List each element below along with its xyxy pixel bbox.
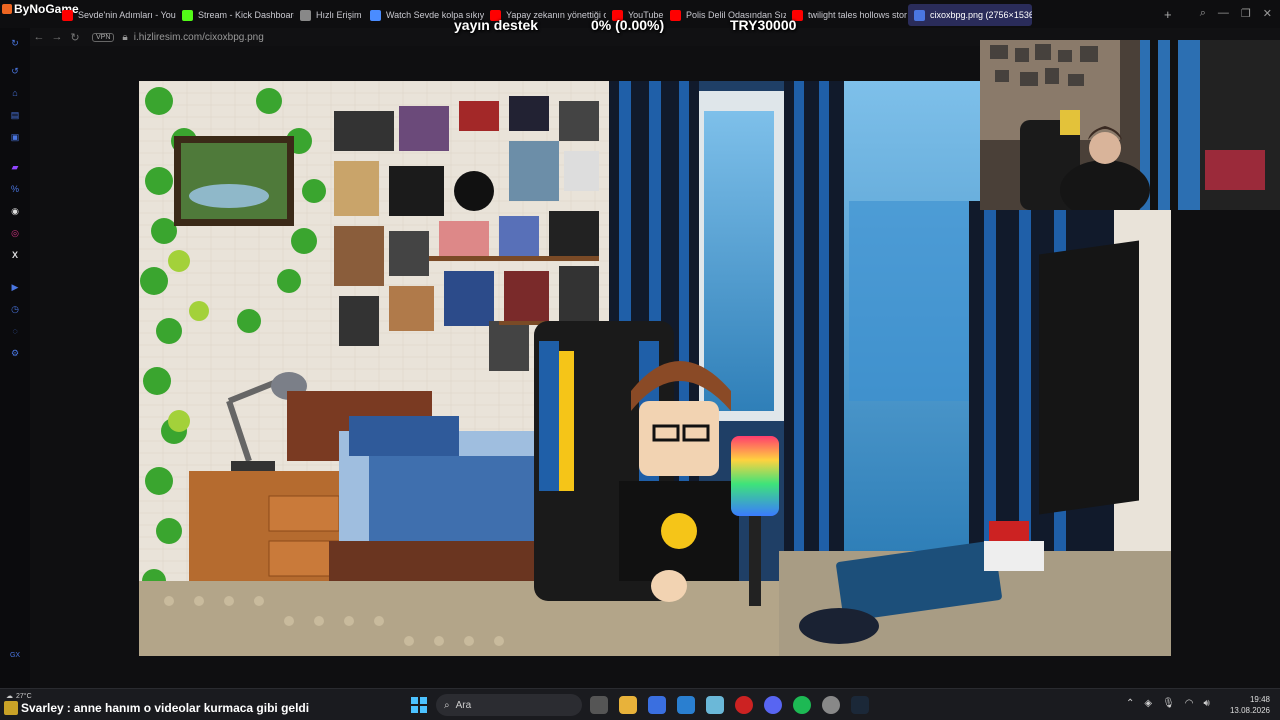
tab-strip: Sevde'nin Adımları - YouT Stream - Kick D… [56, 4, 1032, 26]
file-explorer-icon[interactable] [619, 696, 637, 714]
chat-overlay: Svarley : anne hanım o videolar kurmaca … [4, 701, 309, 715]
browser-tab[interactable]: cixoxbpg.png (2756×1536) [908, 4, 1032, 26]
vpn-badge[interactable]: VPN [92, 32, 115, 42]
obs-icon[interactable] [822, 696, 840, 714]
taskbar-search[interactable]: ⌕ Ara [436, 694, 582, 716]
reload-icon[interactable]: ↻ [8, 36, 22, 50]
opera-gx-icon[interactable] [735, 696, 753, 714]
tab-label: twilight tales hollows stor [808, 10, 908, 20]
x-icon[interactable]: X [8, 248, 22, 262]
percent-icon[interactable]: % [8, 182, 22, 196]
discord-icon[interactable] [764, 696, 782, 714]
clock-icon[interactable]: ◷ [8, 302, 22, 316]
windows-taskbar: ☁ 27°C Svarley : anne hanım o videolar k… [0, 688, 1280, 720]
twitch-icon[interactable]: ▰ [8, 160, 22, 174]
app-icon[interactable] [648, 696, 666, 714]
bynogame-logo-mark [2, 4, 12, 14]
desktop: ByNoGame Sevde'nin Adımları - YouT Stream… [0, 0, 1280, 720]
taskbar-apps [590, 696, 869, 714]
search-icon: ⌕ [444, 699, 450, 711]
taskbar-search-placeholder: Ara [455, 699, 472, 711]
photos-icon[interactable] [706, 696, 724, 714]
play-icon[interactable]: ▶ [8, 280, 22, 294]
tab-favicon-icon [370, 9, 381, 21]
windows-start-button[interactable] [411, 697, 427, 713]
wifi-icon[interactable]: ◠ [1185, 698, 1194, 709]
close-button[interactable]: ✕ [1263, 7, 1272, 20]
lock-icon[interactable]: 🔒︎ [122, 32, 127, 43]
chat-separator: : [66, 701, 71, 715]
browser-tab[interactable]: Stream - Kick Dashboard [176, 4, 294, 26]
tab-favicon-icon [670, 9, 681, 21]
tray-app-icon[interactable]: ◈ [1144, 698, 1152, 709]
microphone-icon[interactable]: 🎙︎ [1162, 698, 1175, 709]
chart-icon[interactable]: ▤ [8, 108, 22, 122]
tab-favicon-icon [62, 9, 73, 21]
taskbar-clock[interactable]: 19:48 13.08.2026 [1230, 694, 1270, 716]
webcam-feed [980, 40, 1280, 210]
tray-expand-icon[interactable]: ⌃ [1126, 698, 1134, 709]
window-controls: ⌕ — ❐ ✕ [1200, 7, 1272, 20]
browser-sidebar: ↻ ↺ ⌂ ▤ ▣ ▰ % ◉ ◎ X ▶ ◷ ◌ ⚙ GX [0, 28, 30, 688]
tab-label: cixoxbpg.png (2756×1536) [930, 10, 1032, 20]
tab-favicon-icon [914, 9, 925, 21]
tab-label: Sevde'nin Adımları - YouT [78, 10, 176, 20]
history-icon[interactable]: ↺ [8, 64, 22, 78]
tab-favicon-icon [300, 9, 311, 21]
tab-label: Hızlı Erişim [316, 10, 362, 20]
steam-icon[interactable] [851, 696, 869, 714]
chat-message: anne hanım o videolar kurmaca gibi geldi [73, 701, 310, 715]
settings-icon[interactable]: ⚙ [8, 346, 22, 360]
tab-label: Stream - Kick Dashboard [198, 10, 294, 20]
tab-favicon-icon [182, 9, 193, 21]
spotify-icon[interactable] [793, 696, 811, 714]
clock-date: 13.08.2026 [1229, 706, 1270, 715]
cube-icon[interactable]: ▣ [8, 130, 22, 144]
chat-icon[interactable]: ◌ [8, 324, 22, 338]
outlook-icon[interactable] [677, 696, 695, 714]
chat-avatar [4, 701, 18, 715]
minimize-button[interactable]: — [1218, 7, 1229, 20]
browser-tab[interactable]: Sevde'nin Adımları - YouT [56, 4, 176, 26]
task-view-icon[interactable] [590, 696, 608, 714]
weather-temp: 27°C [16, 692, 32, 700]
search-icon[interactable]: ⌕ [1200, 7, 1206, 20]
new-tab-button[interactable]: + [1164, 7, 1172, 22]
maximize-button[interactable]: ❐ [1241, 7, 1251, 20]
weather-icon: ☁ [6, 693, 13, 700]
browser-tab[interactable]: twilight tales hollows stor [786, 4, 908, 26]
gx-label: GX [9, 652, 21, 659]
reload-button[interactable]: ↻ [66, 31, 84, 44]
system-tray: ⌃ ◈ 🎙︎ ◠ 🔊︎ [1126, 698, 1210, 709]
clock-time: 19:48 [1249, 695, 1270, 704]
back-button[interactable]: ← [30, 31, 48, 43]
streamer-webcam [980, 40, 1280, 210]
chat-username: Svarley [21, 701, 64, 715]
bag-icon[interactable]: ⌂ [8, 86, 22, 100]
weather-widget[interactable]: ☁ 27°C [6, 692, 32, 701]
discord-icon[interactable]: ◉ [8, 204, 22, 218]
instagram-icon[interactable]: ◎ [8, 226, 22, 240]
forward-button[interactable]: → [48, 31, 66, 43]
url-field[interactable]: i.hizliresim.com/cixoxbpg.png [134, 32, 264, 43]
volume-icon[interactable]: 🔊︎ [1204, 698, 1210, 709]
browser-tab[interactable]: Hızlı Erişim [294, 4, 364, 26]
